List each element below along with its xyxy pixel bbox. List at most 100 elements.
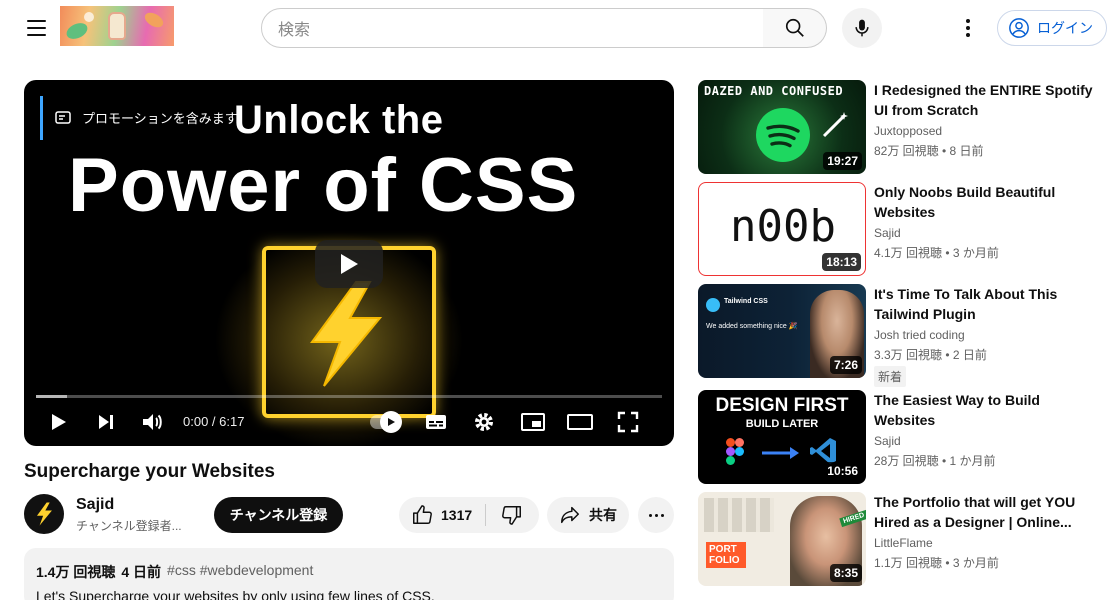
login-button[interactable]: ログイン	[997, 10, 1107, 46]
recommended-video[interactable]: n00b 18:13 Only Noobs Build Beautiful We…	[698, 182, 1098, 276]
recommended-video[interactable]: DESIGN FIRST BUILD LATER 10:56 The Easie…	[698, 390, 1098, 484]
lightning-bolt-icon	[36, 502, 52, 526]
tailwind-logo-icon	[706, 298, 720, 312]
miniplayer-button[interactable]	[520, 410, 546, 434]
search-placeholder: 検索	[278, 22, 311, 39]
large-play-button[interactable]	[315, 240, 383, 288]
video-duration: 8:35	[829, 564, 862, 582]
recommended-video[interactable]: Tailwind CSS We added something nice 🎉 7…	[698, 284, 1098, 387]
promotion-label: プロモーションを含みます	[82, 111, 238, 126]
thumbnail-title-line2: Power of CSS	[68, 143, 579, 228]
play-icon	[341, 254, 358, 274]
video-duration: 7:26	[829, 356, 862, 374]
theater-mode-button[interactable]	[566, 410, 594, 434]
thumbnail-caption: PORT FOLIO	[706, 542, 746, 568]
microphone-icon	[855, 19, 869, 37]
settings-more-button[interactable]	[952, 12, 984, 44]
account-icon	[1009, 18, 1029, 38]
guide-menu-button[interactable]	[18, 12, 54, 44]
menu-icon	[26, 20, 46, 22]
more-vertical-icon	[966, 19, 970, 23]
video-title[interactable]: I Redesigned the ENTIRE Spotify UI from …	[874, 80, 1096, 120]
thumbnail-caption: n00b	[730, 201, 836, 252]
channel-name[interactable]: LittleFlame	[874, 536, 933, 550]
video-thumbnail[interactable]: Tailwind CSS We added something nice 🎉 7…	[698, 284, 866, 378]
description-text: Let's Supercharge your websites by only …	[36, 588, 435, 600]
video-thumbnail[interactable]: DAZED AND CONFUSED 19:27	[698, 80, 866, 174]
share-icon	[561, 506, 579, 524]
video-player[interactable]: プロモーションを含みます Unlock the Power of CSS 0:0…	[24, 80, 674, 446]
channel-name[interactable]: Sajid	[76, 496, 114, 514]
arrow-right-icon	[762, 447, 799, 459]
video-title: Supercharge your Websites	[24, 461, 275, 482]
spotify-logo-icon	[756, 108, 810, 162]
description-meta: 1.4万 回視聴 4 日前 #css #webdevelopment	[36, 562, 662, 582]
thumbnail-subcaption: BUILD LATER	[745, 418, 819, 430]
theater-icon	[567, 414, 593, 430]
video-title[interactable]: It's Time To Talk About This Tailwind Pl…	[874, 284, 1096, 324]
time-display: 0:00 / 6:17	[183, 414, 245, 429]
gear-icon	[475, 413, 493, 431]
share-button[interactable]: 共有	[547, 497, 629, 533]
video-thumbnail[interactable]: PORT FOLIO HIRED 8:35	[698, 492, 866, 586]
thumbnail-caption: DESIGN FIRST	[715, 395, 849, 416]
like-button[interactable]: 1317	[399, 497, 485, 533]
subscribe-button[interactable]: チャンネル登録	[214, 497, 343, 533]
autoplay-play-icon	[388, 418, 395, 426]
recommended-video[interactable]: DAZED AND CONFUSED 19:27 I Redesigned th…	[698, 80, 1098, 174]
fullscreen-button[interactable]	[616, 410, 640, 434]
search-icon	[785, 18, 804, 37]
miniplayer-icon	[521, 413, 545, 431]
dislike-button[interactable]	[489, 497, 535, 533]
doodle-logo[interactable]	[60, 6, 174, 46]
next-button[interactable]	[94, 410, 118, 434]
video-meta: 28万 回視聴 • 1 か月前	[874, 454, 996, 468]
recommended-video[interactable]: PORT FOLIO HIRED 8:35 The Portfolio that…	[698, 492, 1098, 586]
like-dislike-group: 1317	[399, 497, 539, 533]
channel-avatar[interactable]	[24, 494, 64, 534]
channel-name[interactable]: Sajid	[874, 226, 901, 240]
play-button[interactable]	[46, 410, 70, 434]
thumbnail-caption: DAZED AND CONFUSED	[704, 84, 844, 98]
video-title[interactable]: The Easiest Way to Build Websites	[874, 390, 1096, 430]
video-title[interactable]: Only Noobs Build Beautiful Websites	[874, 182, 1096, 222]
autoplay-knob[interactable]	[380, 411, 402, 433]
progress-bar[interactable]	[36, 395, 662, 398]
lightning-bolt-icon	[310, 281, 383, 387]
video-thumbnail[interactable]: DESIGN FIRST BUILD LATER 10:56	[698, 390, 866, 484]
subscriber-count: チャンネル登録者...	[76, 519, 182, 533]
view-count: 1.4万 回視聴	[36, 564, 116, 580]
more-actions-button[interactable]	[638, 497, 674, 533]
more-horizontal-icon	[648, 513, 652, 517]
channel-name[interactable]: Juxtopposed	[874, 124, 942, 138]
video-meta: 3.3万 回視聴 • 2 日前	[874, 348, 987, 362]
skip-next-icon	[99, 415, 113, 429]
video-meta: 1.1万 回視聴 • 3 か月前	[874, 556, 999, 570]
video-duration: 19:27	[823, 152, 862, 170]
fullscreen-icon	[617, 411, 639, 433]
channel-name[interactable]: Josh tried coding	[874, 328, 965, 342]
settings-button[interactable]	[472, 410, 496, 434]
masthead: 検索 ログイン	[0, 0, 1109, 56]
thumbnail-caption: Tailwind CSS	[724, 298, 768, 305]
search-input[interactable]: 検索	[261, 8, 764, 48]
thumbs-down-icon	[502, 506, 521, 525]
video-duration: 10:56	[823, 462, 862, 480]
subtitles-icon	[426, 415, 446, 429]
thumbnail-subcaption: We added something nice 🎉	[706, 323, 798, 330]
video-title[interactable]: The Portfolio that will get YOU Hired as…	[874, 492, 1096, 532]
share-label: 共有	[589, 507, 617, 523]
description-box[interactable]: 1.4万 回視聴 4 日前 #css #webdevelopment Let's…	[24, 548, 674, 600]
video-meta: 4.1万 回視聴 • 3 か月前	[874, 246, 999, 260]
channel-name[interactable]: Sajid	[874, 434, 901, 448]
video-thumbnail[interactable]: n00b 18:13	[698, 182, 866, 276]
volume-icon	[143, 414, 162, 430]
search-button[interactable]	[763, 8, 827, 48]
hashtags[interactable]: #css #webdevelopment	[167, 562, 313, 582]
play-icon	[52, 414, 66, 430]
new-badge: 新着	[874, 366, 907, 387]
figma-logo-icon	[726, 438, 744, 465]
mute-button[interactable]	[140, 410, 164, 434]
voice-search-button[interactable]	[842, 8, 882, 48]
subtitles-button[interactable]	[424, 410, 448, 434]
